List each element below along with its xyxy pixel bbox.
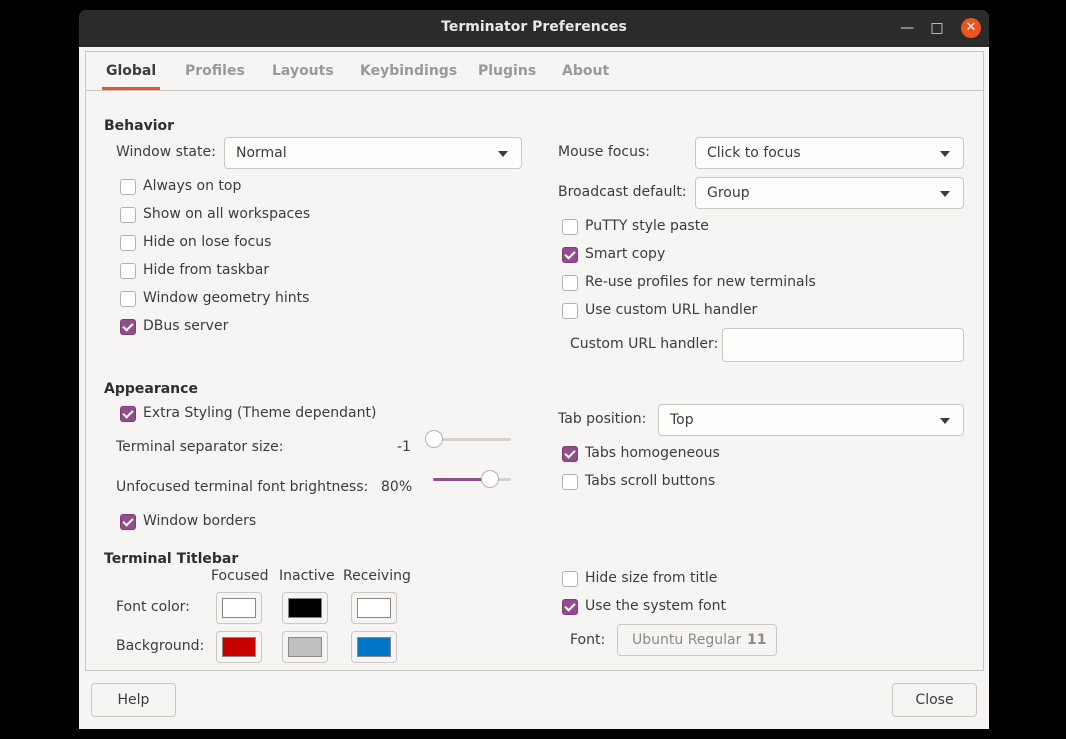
color-swatch [288, 598, 322, 618]
checkbox[interactable] [562, 599, 578, 615]
check-label: Always on top [143, 178, 242, 194]
global-page: Behavior Window state: Normal Always on … [86, 91, 983, 670]
check-label: Window geometry hints [143, 290, 310, 306]
tab-layouts[interactable]: Layouts [268, 52, 338, 90]
window-state-combo[interactable]: Normal [224, 137, 522, 169]
separator-size-label: Terminal separator size: [116, 439, 284, 455]
check-label: Use custom URL handler [585, 302, 758, 318]
checkbox[interactable] [120, 319, 136, 335]
window-title: Terminator Preferences [441, 19, 627, 35]
check-label: Show on all workspaces [143, 206, 311, 222]
checkbox[interactable] [120, 179, 136, 195]
brightness-label: Unfocused terminal font brightness: [116, 479, 369, 495]
checkbox[interactable] [562, 571, 578, 587]
tab-position-combo[interactable]: Top [658, 404, 964, 436]
checkbox[interactable] [120, 291, 136, 307]
checkbox[interactable] [120, 514, 136, 530]
background-label: Background: [116, 638, 205, 654]
column-inactive: Inactive [279, 568, 335, 584]
checkbox[interactable] [120, 263, 136, 279]
check-label: Tabs scroll buttons [585, 473, 716, 489]
color-swatch [357, 637, 391, 657]
color-swatch [288, 637, 322, 657]
chevron-down-icon [498, 151, 508, 157]
check-label: DBus server [143, 318, 229, 334]
brightness-slider[interactable] [433, 469, 511, 489]
chevron-down-icon [940, 151, 950, 157]
check-label: Use the system font [585, 598, 726, 614]
broadcast-value: Group [707, 185, 750, 201]
check-label: Smart copy [585, 246, 666, 262]
tab-global[interactable]: Global [102, 52, 161, 90]
tab-plugins[interactable]: Plugins [474, 52, 540, 90]
check-label: Hide from taskbar [143, 262, 270, 278]
tab-bar: Global Profiles Layouts Keybindings Plug… [86, 52, 983, 91]
window-state-label: Window state: [116, 144, 216, 160]
check-label: PuTTY style paste [585, 218, 709, 234]
font-name: Ubuntu Regular [632, 632, 742, 648]
font-label: Font: [570, 632, 606, 648]
check-label: Extra Styling (Theme dependant) [143, 405, 377, 421]
tab-profiles[interactable]: Profiles [181, 52, 249, 90]
behavior-heading: Behavior [104, 118, 175, 134]
titlebar[interactable]: Terminator Preferences — □ ✕ [79, 10, 989, 47]
font-chooser-button[interactable]: Ubuntu Regular 11 [617, 624, 777, 656]
font-color-label: Font color: [116, 599, 190, 615]
close-window-icon[interactable]: ✕ [961, 18, 981, 38]
inactive-font-color-button[interactable] [282, 592, 328, 624]
check-label: Hide on lose focus [143, 234, 272, 250]
checkbox[interactable] [562, 275, 578, 291]
checkbox[interactable] [120, 235, 136, 251]
check-label: Tabs homogeneous [585, 445, 720, 461]
inactive-background-button[interactable] [282, 631, 328, 663]
broadcast-combo[interactable]: Group [695, 177, 964, 209]
checkbox[interactable] [562, 474, 578, 490]
appearance-heading: Appearance [104, 381, 198, 397]
tab-position-label: Tab position: [558, 411, 647, 427]
separator-size-value: -1 [397, 439, 411, 455]
color-swatch [357, 598, 391, 618]
color-swatch [222, 598, 256, 618]
checkbox[interactable] [562, 247, 578, 263]
checkbox[interactable] [562, 303, 578, 319]
chevron-down-icon [940, 418, 950, 424]
column-receiving: Receiving [343, 568, 411, 584]
mouse-focus-combo[interactable]: Click to focus [695, 137, 964, 169]
preferences-window: Terminator Preferences — □ ✕ Global Prof… [79, 10, 989, 729]
tab-about[interactable]: About [558, 52, 613, 90]
mouse-focus-label: Mouse focus: [558, 144, 650, 160]
font-size: 11 [747, 632, 767, 648]
check-label: Re-use profiles for new terminals [585, 274, 816, 290]
maximize-icon[interactable]: □ [927, 18, 947, 38]
close-button[interactable]: Close [892, 683, 977, 717]
tab-keybindings[interactable]: Keybindings [356, 52, 461, 90]
checkbox[interactable] [120, 406, 136, 422]
check-label: Window borders [143, 513, 257, 529]
checkbox[interactable] [120, 207, 136, 223]
slider-knob[interactable] [425, 430, 443, 448]
custom-url-label: Custom URL handler: [570, 336, 719, 352]
separator-size-slider[interactable] [425, 429, 511, 449]
receiving-background-button[interactable] [351, 631, 397, 663]
chevron-down-icon [940, 191, 950, 197]
check-label: Hide size from title [585, 570, 718, 586]
titlebar-heading: Terminal Titlebar [104, 551, 239, 567]
tab-position-value: Top [670, 412, 694, 428]
column-focused: Focused [211, 568, 269, 584]
slider-knob[interactable] [481, 470, 499, 488]
color-swatch [222, 637, 256, 657]
custom-url-input[interactable] [722, 328, 964, 362]
mouse-focus-value: Click to focus [707, 145, 801, 161]
focused-background-button[interactable] [216, 631, 262, 663]
checkbox[interactable] [562, 446, 578, 462]
brightness-value: 80% [381, 479, 413, 495]
help-button[interactable]: Help [91, 683, 176, 717]
preferences-notebook: Global Profiles Layouts Keybindings Plug… [85, 51, 984, 671]
checkbox[interactable] [562, 219, 578, 235]
receiving-font-color-button[interactable] [351, 592, 397, 624]
focused-font-color-button[interactable] [216, 592, 262, 624]
window-state-value: Normal [236, 145, 287, 161]
broadcast-label: Broadcast default: [558, 184, 687, 200]
minimize-icon[interactable]: — [897, 18, 917, 38]
